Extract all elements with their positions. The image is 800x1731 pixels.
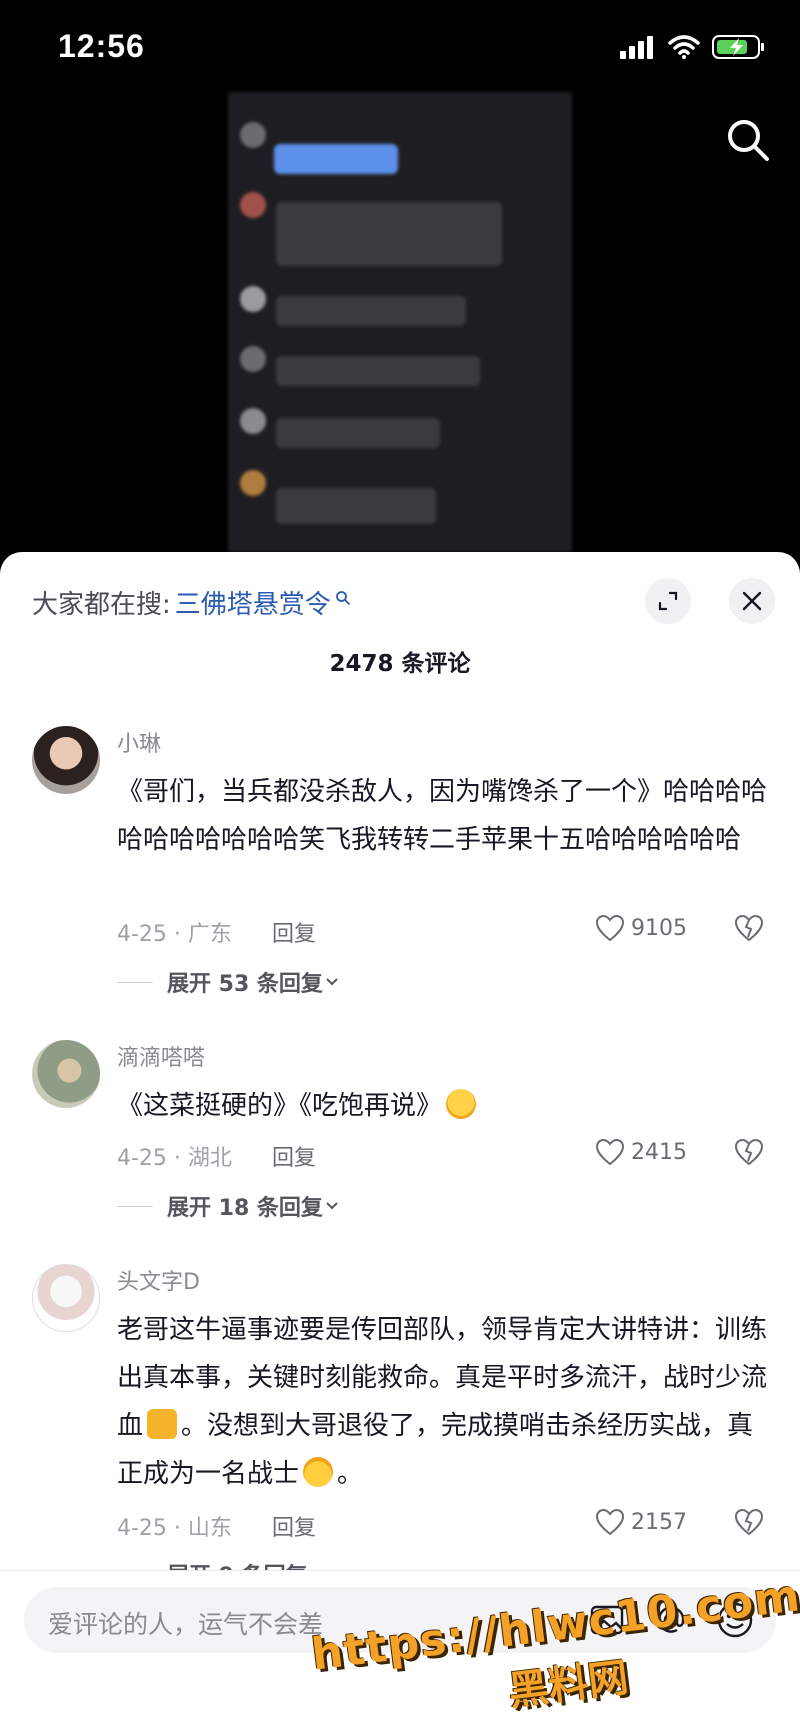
comment-meta: 4-25 · 山东: [117, 1516, 232, 1541]
heart-icon: [595, 914, 625, 942]
dislike-heart-icon: [734, 1138, 764, 1166]
comment-username[interactable]: 滴滴嗒嗒: [117, 1040, 205, 1072]
search-icon: [728, 120, 769, 161]
avatar[interactable]: [32, 1264, 100, 1332]
avatar[interactable]: [32, 726, 100, 794]
trending-search-label: 大家都在搜:: [32, 590, 171, 620]
video-area[interactable]: [0, 92, 800, 552]
comment-text-part2: 。没想到大哥退役了，完成摸哨击杀经历实战，真正成为一名战士: [117, 1411, 754, 1489]
search-button[interactable]: [724, 116, 772, 168]
comment-meta: 4-25 · 广东: [117, 922, 232, 947]
expand-replies[interactable]: 展开 18 条回复: [117, 1190, 341, 1222]
like-count: 9105: [631, 915, 687, 941]
comment-text: 《这菜挺硬的》《吃饱再说》: [117, 1082, 777, 1130]
comment-meta: 4-25 · 湖北: [117, 1146, 232, 1171]
laughing-tears-emoji-icon: [446, 1089, 477, 1119]
chevron-down-icon: [326, 1202, 338, 1210]
status-icons: [620, 34, 766, 60]
dislike-heart-icon: [734, 1508, 764, 1536]
search-icon: [335, 590, 350, 605]
dislike-button[interactable]: [734, 1508, 764, 1540]
close-icon: [742, 591, 762, 611]
comment-text-part3: 。: [337, 1459, 364, 1489]
trending-search[interactable]: 大家都在搜: 三佛塔悬赏令: [32, 584, 351, 621]
comment-username[interactable]: 头文字D: [117, 1264, 200, 1296]
comment-text: 老哥这牛逼事迹要是传回部队，领导肯定大讲特讲：训练出真本事，关键时刻能救命。真是…: [117, 1306, 777, 1498]
like-count: 2415: [631, 1139, 687, 1165]
comment-text-body: 《这菜挺硬的》《吃饱再说》: [117, 1091, 443, 1121]
comment-input-placeholder: 爱评论的人，运气不会差: [48, 1610, 324, 1639]
expand-button[interactable]: [645, 578, 691, 624]
expand-replies-label: 展开 18 条回复: [167, 1196, 323, 1221]
comment-item: 小琳 《哥们，当兵都没杀敌人，因为嘴馋杀了一个》哈哈哈哈哈哈哈哈哈哈哈笑飞我转转…: [0, 726, 800, 1026]
heart-icon: [595, 1138, 625, 1166]
avatar[interactable]: [32, 1040, 100, 1108]
like-button[interactable]: 2157: [595, 1508, 687, 1536]
close-button[interactable]: [729, 578, 775, 624]
dislike-heart-icon: [734, 914, 764, 942]
comment-item: 头文字D 老哥这牛逼事迹要是传回部队，领导肯定大讲特讲：训练出真本事，关键时刻能…: [0, 1264, 800, 1589]
video-thumbnail-chat-screenshot: [228, 92, 572, 552]
status-time: 12:56: [58, 28, 145, 64]
status-bar: 12:56: [0, 0, 800, 92]
comment-panel-header: 大家都在搜: 三佛塔悬赏令 2478 条评论: [0, 552, 800, 692]
expand-icon: [658, 591, 678, 611]
comment-count: 2478 条评论: [329, 651, 471, 677]
battery-charging-icon: [712, 35, 764, 59]
expand-replies-label: 展开 53 条回复: [167, 972, 323, 997]
dislike-button[interactable]: [734, 914, 764, 946]
reply-button[interactable]: 回复: [272, 1510, 316, 1542]
heart-icon: [595, 1508, 625, 1536]
comment-text: 《哥们，当兵都没杀敌人，因为嘴馋杀了一个》哈哈哈哈哈哈哈哈哈哈哈笑飞我转转二手苹…: [117, 777, 768, 855]
comment-username[interactable]: 小琳: [117, 726, 161, 758]
sunglasses-emoji-icon: [303, 1457, 334, 1487]
chevron-down-icon: [326, 978, 338, 986]
comment-panel: 大家都在搜: 三佛塔悬赏令 2478 条评论 小琳 《哥们，当兵都没杀敌人，因为…: [0, 552, 800, 1731]
thumbs-up-emoji-icon: [147, 1409, 178, 1439]
expand-replies[interactable]: 展开 53 条回复: [117, 966, 341, 998]
reply-button[interactable]: 回复: [272, 916, 316, 948]
comment-item: 滴滴嗒嗒 《这菜挺硬的》《吃饱再说》 4-25 · 湖北 回复 2415 展开 …: [0, 1040, 800, 1250]
like-button[interactable]: 2415: [595, 1138, 687, 1166]
like-count: 2157: [631, 1509, 687, 1535]
dislike-button[interactable]: [734, 1138, 764, 1170]
like-button[interactable]: 9105: [595, 914, 687, 942]
trending-search-term[interactable]: 三佛塔悬赏令: [175, 584, 331, 621]
signal-icon: [620, 36, 653, 59]
reply-button[interactable]: 回复: [272, 1140, 316, 1172]
wifi-icon: [668, 35, 700, 59]
